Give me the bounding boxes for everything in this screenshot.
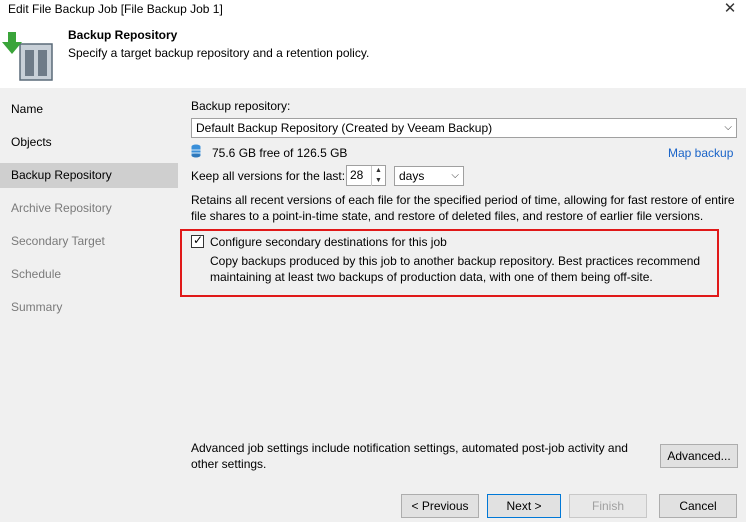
next-button[interactable]: Next > — [487, 494, 561, 518]
stepper-up-icon[interactable]: ▲ — [372, 166, 385, 176]
free-space-text: 75.6 GB free of 126.5 GB — [212, 146, 348, 160]
database-icon — [191, 144, 201, 158]
map-backup-link[interactable]: Map backup — [668, 146, 733, 160]
repo-label: Backup repository: — [191, 99, 291, 113]
page-title: Backup Repository — [68, 28, 178, 42]
sidebar-item-objects[interactable]: Objects — [0, 130, 178, 155]
sidebar-item-archive-repository: Archive Repository — [11, 201, 112, 215]
secondary-description-line2: maintaining at least two backups of prod… — [210, 270, 653, 284]
page-subtitle: Specify a target backup repository and a… — [68, 46, 370, 60]
keep-unit-value: days — [399, 169, 425, 183]
stepper-down-icon[interactable]: ▼ — [372, 176, 385, 186]
wizard-header: Backup Repository Specify a target backu… — [0, 20, 746, 88]
secondary-destinations-checkbox[interactable]: ✓ — [191, 233, 204, 248]
repository-select[interactable]: Default Backup Repository (Created by Ve… — [191, 118, 737, 138]
sidebar-item-name[interactable]: Name — [0, 97, 178, 122]
secondary-description: Copy backups produced by this job to ano… — [210, 253, 715, 285]
keep-versions-label: Keep all versions for the last: — [191, 169, 346, 183]
repository-select-value: Default Backup Repository (Created by Ve… — [196, 121, 493, 135]
advanced-description-line1: Advanced job settings include notificati… — [191, 441, 628, 455]
advanced-button[interactable]: Advanced... — [660, 444, 738, 468]
finish-button: Finish — [569, 494, 647, 518]
checkmark-icon: ✓ — [193, 233, 204, 247]
sidebar-item-schedule: Schedule — [11, 267, 62, 281]
chevron-down-icon: ⌵ — [451, 170, 459, 181]
title-bar: Edit File Backup Job [File Backup Job 1]… — [0, 0, 746, 20]
retention-description: Retains all recent versions of each file… — [191, 192, 739, 224]
sidebar-item-secondary-target: Secondary Target — [11, 234, 105, 248]
window-title: Edit File Backup Job [File Backup Job 1] — [8, 2, 223, 16]
sidebar-item-backup-repository[interactable]: Backup Repository — [0, 163, 178, 188]
backup-repository-icon — [2, 32, 53, 81]
keep-versions-stepper[interactable]: 28 ▲ ▼ — [346, 165, 386, 186]
main-panel: Backup repository: Default Backup Reposi… — [178, 88, 746, 522]
advanced-description: Advanced job settings include notificati… — [191, 440, 641, 472]
chevron-down-icon: ⌵ — [724, 122, 732, 133]
previous-button[interactable]: < Previous — [401, 494, 479, 518]
advanced-description-line2: other settings. — [191, 457, 267, 471]
keep-unit-select[interactable]: days ⌵ — [394, 166, 464, 186]
secondary-description-line1: Copy backups produced by this job to ano… — [210, 254, 701, 268]
secondary-destinations-label[interactable]: Configure secondary destinations for thi… — [210, 235, 447, 249]
keep-versions-value: 28 — [350, 168, 364, 182]
retention-description-line2: file shares to a point-in-time state, an… — [191, 209, 704, 223]
close-icon[interactable]: ✕ — [720, 0, 740, 18]
retention-description-line1: Retains all recent versions of each file… — [191, 193, 735, 207]
cancel-button[interactable]: Cancel — [659, 494, 737, 518]
wizard-steps-sidebar: Name Objects Backup Repository Archive R… — [0, 88, 178, 522]
sidebar-item-summary: Summary — [11, 300, 63, 314]
